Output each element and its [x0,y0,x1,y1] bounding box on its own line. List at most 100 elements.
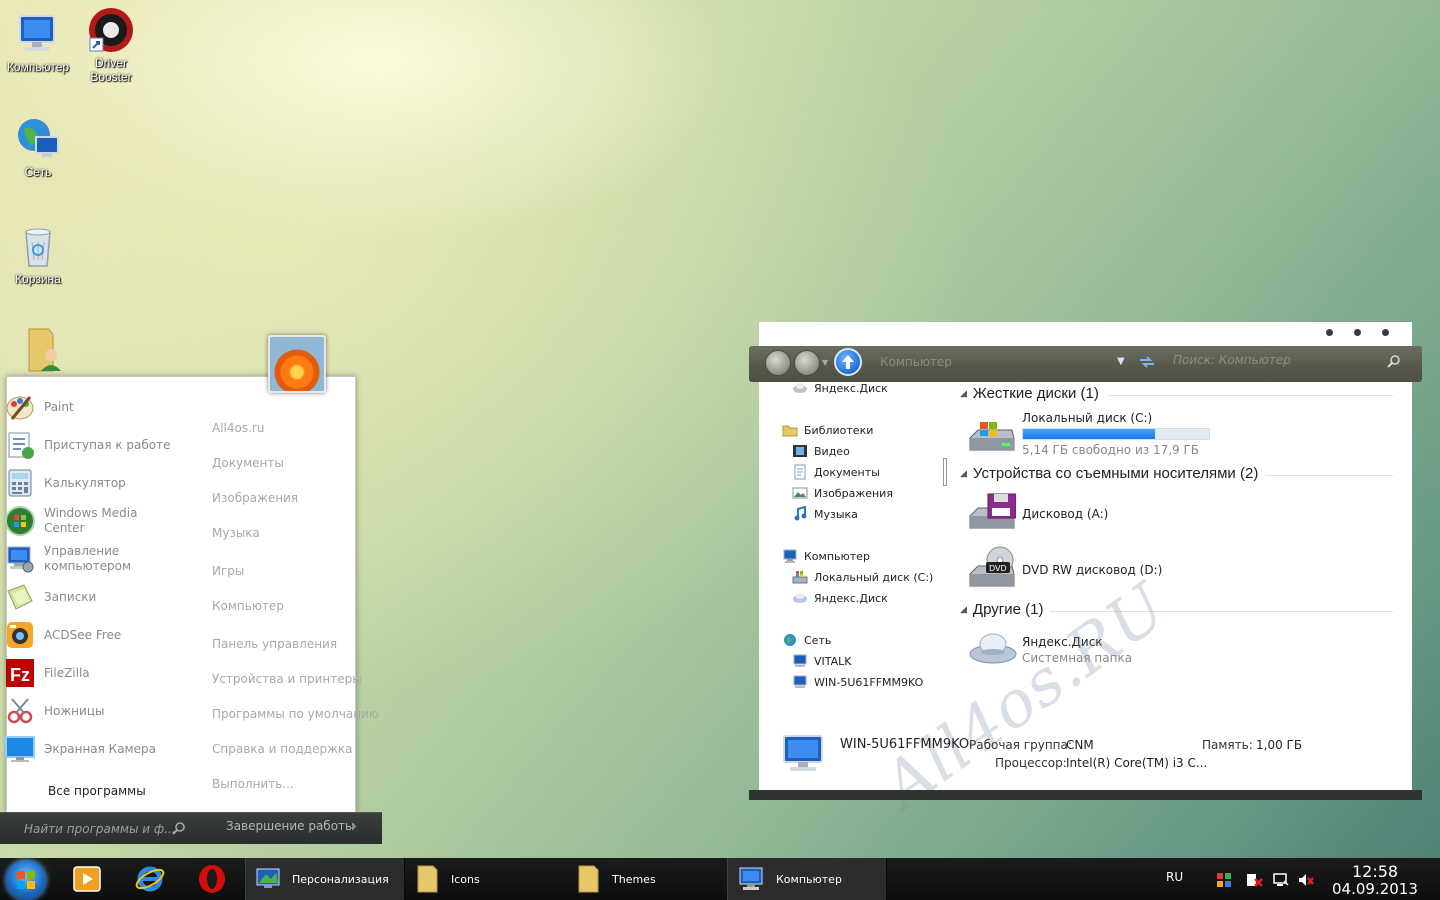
task-themes-folder[interactable]: Themes [576,858,726,900]
start-item-media-center[interactable]: Windows Media Center [4,503,194,539]
nav-item-local-disk-c[interactable]: Локальный диск (C:) [792,569,933,585]
explorer-search-icon[interactable] [1387,354,1401,371]
getting-started-icon [4,429,36,461]
recycle-bin-icon [14,222,62,270]
nav-item-pictures[interactable]: Изображения [792,485,893,501]
address-bar[interactable]: Компьютер [880,355,952,369]
desktop-icon-recycle-bin[interactable]: Корзина [0,222,76,286]
start-item-snipping-tool[interactable]: Ножницы [4,693,194,729]
start-button[interactable] [6,860,46,900]
start-item-getting-started[interactable]: Приступая к работе [4,427,194,463]
local-disk-icon [792,569,808,585]
start-link-help-support[interactable]: Справка и поддержка [212,742,353,756]
user-folder-icon [19,325,67,373]
start-link-control-panel[interactable]: Панель управления [212,637,337,651]
start-link-documents[interactable]: Документы [212,456,284,470]
up-button[interactable] [834,348,862,376]
explorer-search-input[interactable]: Поиск: Компьютер [1173,353,1291,367]
start-item-calculator[interactable]: Калькулятор [4,465,194,501]
task-label: Персонализация [292,872,389,886]
start-link-devices-printers[interactable]: Устройства и принтеры [212,672,362,686]
pinned-internet-explorer[interactable] [134,858,166,900]
start-link-music[interactable]: Музыка [212,526,260,540]
shutdown-button[interactable]: Завершение работы [226,819,355,833]
nav-item-libraries[interactable]: Библиотеки [782,422,873,438]
internet-explorer-icon [135,866,165,892]
window-maximize-button[interactable] [1354,329,1361,336]
start-item-screen-camera[interactable]: Экранная Камера [4,731,194,767]
window-close-button[interactable] [1382,329,1389,336]
start-search-input[interactable]: Найти программы и ф... [24,822,176,836]
shutdown-options-arrow[interactable]: › [352,819,357,833]
nav-item-music[interactable]: Музыка [792,505,858,522]
nav-item-yandex-disk[interactable]: Яндекс.Диск [792,590,888,606]
documents-library-icon [792,464,808,480]
tray-volume-muted-icon[interactable] [1297,872,1315,891]
start-link-default-programs[interactable]: Программы по умолчанию [212,707,379,721]
search-icon[interactable] [172,821,186,835]
desktop-icon-label: Компьютер [6,60,70,74]
task-computer[interactable]: Компьютер [727,858,887,900]
group-other[interactable]: ◢ Другие (1) [960,601,1043,618]
nav-item-vitalk[interactable]: VITALK [792,653,852,669]
start-item-sticky-notes[interactable]: Записки [4,579,194,615]
driver-booster-icon [87,6,135,54]
clock-time[interactable]: 12:58 [1352,862,1398,881]
collapse-icon: ◢ [960,604,967,614]
start-item-acdsee[interactable]: ACDSee Free [4,617,194,653]
start-link-pictures[interactable]: Изображения [212,491,298,505]
all-programs-button[interactable]: Все программы [48,784,146,798]
nav-item-video[interactable]: Видео [792,443,850,459]
nav-item-network[interactable]: Сеть [782,632,831,648]
desktop-icon-computer[interactable]: Компьютер [0,10,76,74]
nav-item-label: WIN-5U61FFMM9KO [814,675,924,689]
snipping-tool-icon [4,695,36,727]
task-icons-folder[interactable]: Icons [415,858,565,900]
nav-item-computer[interactable]: Компьютер [782,548,870,564]
pane-splitter[interactable] [943,458,947,486]
tray-alert-icon[interactable] [1246,872,1264,891]
start-link-computer[interactable]: Компьютер [212,599,284,613]
language-indicator[interactable]: RU [1166,870,1183,884]
pinned-opera[interactable] [196,858,228,900]
task-personalization[interactable]: Персонализация [245,858,405,900]
clock-date[interactable]: 04.09.2013 [1332,880,1418,898]
drive-free-space: 5,14 ГБ свободно из 17,9 ГБ [1022,443,1200,457]
paint-icon [4,391,36,423]
nav-item-documents[interactable]: Документы [792,464,880,480]
pinned-media-player[interactable] [72,858,102,900]
start-item-label: Калькулятор [44,475,126,490]
nav-item-label: Яндекс.Диск [814,381,888,395]
start-link-all4os[interactable]: All4os.ru [212,421,264,435]
forward-button[interactable] [794,350,820,376]
details-computer-name: WIN-5U61FFMM9KO [840,737,970,752]
start-item-label: Windows Media Center [44,506,138,535]
disk-usage-fill [1023,429,1156,439]
group-title: Устройства со съемными носителями (2) [972,465,1259,482]
start-link-run[interactable]: Выполнить... [212,777,294,791]
desktop-icon-driver-booster[interactable]: Driver Booster [73,6,149,84]
start-item-paint[interactable]: Paint [4,389,194,425]
group-title: Жесткие диски (1) [972,385,1099,402]
group-hard-drives[interactable]: ◢ Жесткие диски (1) [960,385,1099,402]
back-button[interactable] [765,350,791,376]
start-item-computer-management[interactable]: Управление компьютером [4,541,194,577]
group-removable[interactable]: ◢ Устройства со съемными носителями (2) [960,465,1258,482]
window-minimize-button[interactable] [1326,329,1333,336]
acdsee-icon [4,619,36,651]
tray-app-icon[interactable] [1216,872,1232,891]
address-dropdown-icon[interactable]: ▼ [1117,356,1125,367]
refresh-icon[interactable] [1138,354,1156,373]
tray-network-icon[interactable] [1272,872,1290,891]
desktop-icon-network[interactable]: Сеть [0,115,76,179]
start-link-games[interactable]: Игры [212,564,244,578]
network-computer-icon [792,653,808,669]
user-picture[interactable] [268,335,326,393]
start-item-filezilla[interactable]: Fz FileZilla [4,655,194,691]
sticky-notes-icon [4,581,36,613]
start-item-label: ACDSee Free [44,627,122,642]
nav-item-win-pc[interactable]: WIN-5U61FFMM9KO [792,674,923,690]
history-dropdown-icon[interactable]: ▼ [822,358,828,367]
desktop-icon-user-folder[interactable] [5,325,81,375]
nav-item-yandex-disk-top[interactable]: Яндекс.Диск [792,380,888,396]
